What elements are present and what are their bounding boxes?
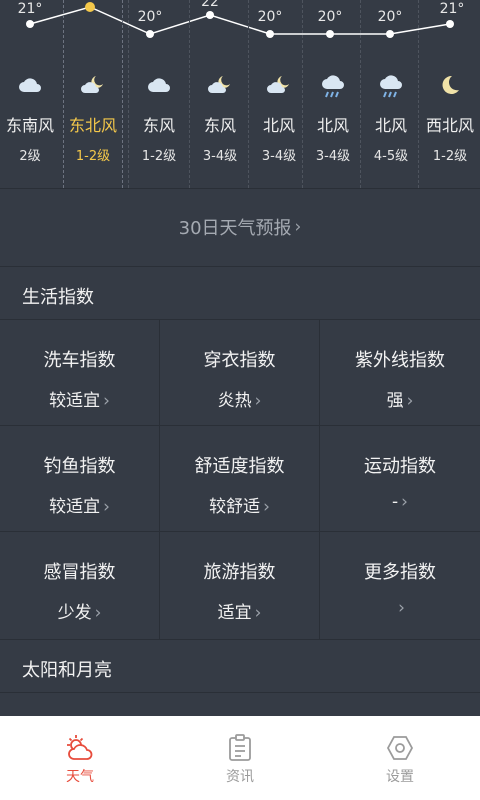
wind-level: 3-4级: [315, 149, 351, 164]
wind-direction: 东南风: [5, 116, 54, 135]
life-index-grid: 洗车指数 较适宜 › 穿衣指数 炎热 › 紫外线指数 强 › 钓鱼指数 较适宜 › 舒适…: [0, 320, 480, 640]
life-index-cold[interactable]: 感冒指数 少发 ›: [0, 532, 160, 640]
life-index-car-wash[interactable]: 洗车指数 较适宜 ›: [0, 320, 160, 426]
partly-cloudy-night-icon: [190, 74, 250, 100]
index-name: 感冒指数: [43, 562, 116, 583]
wind-direction: 北风: [316, 116, 349, 135]
divider: [0, 266, 480, 267]
tab-label: 设置: [386, 769, 414, 785]
forecast-column[interactable]: 东风 3-4级: [189, 0, 250, 188]
forecast-column[interactable]: 北风 4-5级: [360, 0, 421, 188]
wind-level: 1-2级: [141, 149, 177, 164]
index-name: 旅游指数: [203, 562, 276, 583]
sun-moon-title: 太阳和月亮: [22, 660, 112, 681]
forecast-column[interactable]: 东南风 2级: [0, 0, 60, 188]
index-name: 更多指数: [364, 562, 436, 583]
chevron-right-icon: ›: [406, 391, 414, 411]
chevron-right-icon: ›: [94, 603, 102, 623]
forecast-column[interactable]: 北风 3-4级: [248, 0, 309, 188]
chevron-right-icon: ›: [398, 598, 405, 618]
news-icon: [160, 734, 320, 762]
chevron-right-icon: ›: [294, 217, 302, 237]
rain-cloud-icon: [361, 74, 421, 100]
wind-level: 3-4级: [261, 149, 297, 164]
chevron-right-icon: ›: [103, 497, 110, 517]
forecast-column[interactable]: 西北风 1-2级: [418, 0, 480, 188]
index-name: 穿衣指数: [203, 350, 276, 371]
tab-weather[interactable]: 天气: [0, 716, 160, 800]
index-value: 少发: [57, 603, 92, 623]
index-name: 舒适度指数: [194, 456, 285, 477]
wind-direction: 北风: [374, 116, 407, 135]
life-index-fishing[interactable]: 钓鱼指数 较适宜 ›: [0, 426, 160, 532]
wind-level: 4-5级: [373, 149, 409, 164]
wind-direction: 东风: [142, 116, 175, 135]
index-name: 紫外线指数: [355, 350, 445, 371]
divider: [0, 692, 480, 693]
cloud-icon: [0, 74, 60, 100]
index-value: 较适宜: [49, 497, 101, 517]
cloud-icon: [129, 74, 189, 100]
index-value: 较舒适: [209, 497, 261, 517]
wind-direction: 西北风: [425, 116, 474, 135]
partly-cloudy-night-icon: [249, 74, 309, 100]
forecast-column[interactable]: 北风 3-4级: [302, 0, 363, 188]
wind-level: 2级: [19, 149, 41, 164]
wind-direction: 北风: [262, 116, 295, 135]
partly-cloudy-night-icon: [64, 74, 122, 100]
index-name: 洗车指数: [43, 350, 116, 371]
index-name: 运动指数: [364, 456, 436, 477]
rain-cloud-icon: [303, 74, 363, 100]
index-value: 炎热: [217, 391, 252, 411]
wind-direction: 东风: [203, 116, 236, 135]
wind-level: 1-2级: [432, 149, 468, 164]
tab-label: 资讯: [226, 769, 254, 785]
forecast-30-label: 30日天气预报: [178, 218, 292, 239]
life-index-title: 生活指数: [22, 287, 94, 308]
life-index-uv[interactable]: 紫外线指数 强 ›: [320, 320, 480, 426]
chevron-right-icon: ›: [254, 391, 262, 411]
forecast-column[interactable]: 东风 1-2级: [128, 0, 189, 188]
index-value: 较适宜: [49, 391, 101, 411]
wind-level: 3-4级: [202, 149, 238, 164]
tab-news[interactable]: 资讯: [160, 716, 320, 800]
weather-icon: [0, 734, 160, 762]
wind-level: 1-2级: [75, 149, 111, 164]
forecast-strip: 21° 20° 22 20° 20° 20° 21° 东南风 2级 东北风 1-…: [0, 0, 480, 188]
index-value: 适宜: [217, 603, 252, 623]
tab-label: 天气: [66, 769, 94, 785]
chevron-right-icon: ›: [263, 497, 270, 517]
index-name: 钓鱼指数: [43, 456, 116, 477]
chevron-right-icon: ›: [401, 492, 408, 512]
index-value: 强: [386, 391, 404, 411]
tab-settings[interactable]: 设置: [320, 716, 480, 800]
wind-direction: 东北风: [68, 116, 117, 135]
chevron-right-icon: ›: [103, 391, 110, 411]
life-index-comfort[interactable]: 舒适度指数 较舒适 ›: [160, 426, 320, 532]
life-index-clothing[interactable]: 穿衣指数 炎热 ›: [160, 320, 320, 426]
forecast-30-day-link[interactable]: 30日天气预报 ›: [0, 188, 480, 266]
chevron-right-icon: ›: [254, 603, 262, 623]
settings-icon: [320, 734, 480, 762]
life-index-sport[interactable]: 运动指数 - ›: [320, 426, 480, 532]
forecast-column-selected[interactable]: 东北风 1-2级: [63, 0, 123, 188]
bottom-tab-bar: 天气 资讯 设置: [0, 716, 480, 800]
life-index-more[interactable]: 更多指数 ›: [320, 532, 480, 640]
life-index-travel[interactable]: 旅游指数 适宜 ›: [160, 532, 320, 640]
moon-icon: [419, 74, 480, 100]
index-value: -: [392, 492, 399, 512]
